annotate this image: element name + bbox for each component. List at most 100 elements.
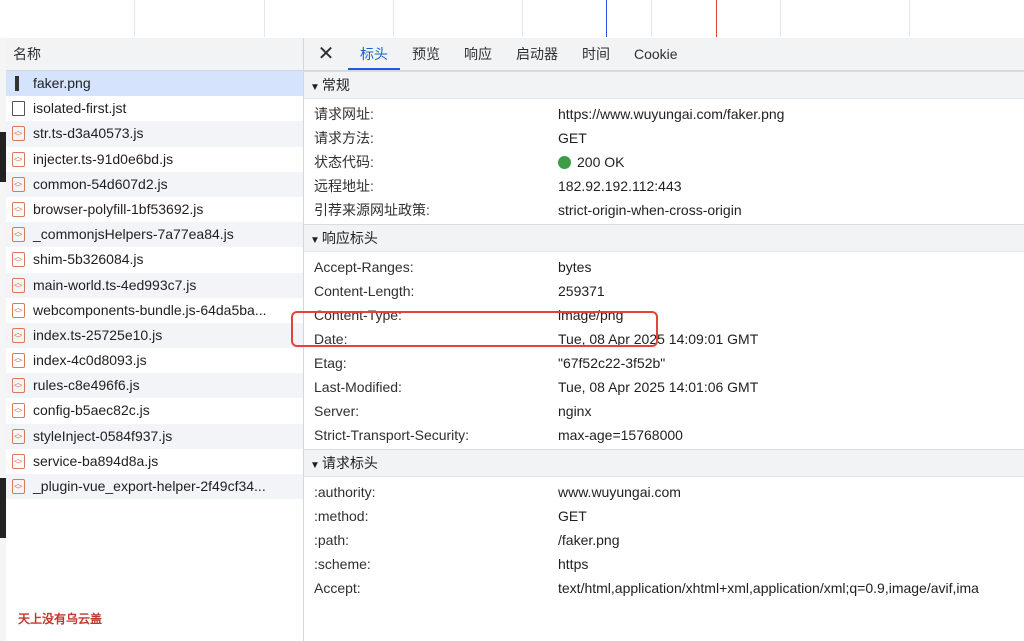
general-header-key: 请求方法: (314, 130, 374, 146)
request-list-item[interactable]: shim-5b326084.js (6, 247, 303, 273)
request-header-value[interactable]: www.wuyungai.com (558, 480, 681, 504)
request-list-item[interactable]: _plugin-vue_export-helper-2f49cf34... (6, 474, 303, 500)
request-list-item[interactable]: webcomponents-bundle.js-64da5ba... (6, 298, 303, 323)
timeline-gridline (134, 0, 135, 37)
caret-down-icon: ▼ (310, 460, 320, 471)
response-header-row: Etag: "67f52c22-3f52b" (304, 351, 1024, 375)
request-header-key: Accept: (314, 580, 361, 596)
response-header-value[interactable]: max-age=15768000 (558, 423, 683, 447)
request-header-row: Accept: text/html,application/xhtml+xml,a… (304, 576, 1024, 600)
general-header-key: 引荐来源网址政策: (314, 202, 430, 218)
request-list-item[interactable]: browser-polyfill-1bf53692.js (6, 197, 303, 222)
tab-response[interactable]: 响应 (452, 39, 504, 70)
request-list-item[interactable]: isolated-first.jst (6, 96, 303, 121)
response-header-value[interactable]: Tue, 08 Apr 2025 14:09:01 GMT (558, 327, 758, 351)
tab-timing[interactable]: 时间 (570, 39, 622, 70)
request-name: _commonjsHelpers-7a77ea84.js (33, 226, 234, 243)
request-name: shim-5b326084.js (33, 251, 144, 268)
section-response-headers-toggle[interactable]: ▼ 响应标头 (304, 224, 1024, 252)
general-header-row: 远程地址: 182.92.192.112:443 (304, 174, 1024, 198)
response-header-key: Server: (314, 403, 360, 419)
script-file-icon (12, 222, 25, 247)
request-list-item[interactable]: index-4c0d8093.js (6, 348, 303, 373)
load-event-marker (716, 0, 717, 37)
section-general-title: 常规 (321, 77, 350, 93)
request-list-item[interactable]: rules-c8e496f6.js (6, 373, 303, 399)
image-file-icon (15, 76, 19, 91)
timeline-gridline (264, 0, 265, 37)
response-header-row: Content-Length: 259371 (304, 279, 1024, 303)
request-list-item[interactable]: faker.png (6, 71, 303, 97)
request-header-value[interactable]: https (558, 552, 588, 576)
caret-down-icon: ▼ (310, 235, 320, 246)
general-rows: 请求网址: https://www.wuyungai.com/faker.png 请… (304, 99, 1024, 224)
general-header-row: 引荐来源网址政策: strict-origin-when-cross-origin (304, 198, 1024, 222)
script-file-icon (12, 398, 25, 424)
response-header-value[interactable]: image/png (558, 303, 623, 327)
request-name: isolated-first.jst (33, 100, 127, 117)
response-header-value[interactable]: Tue, 08 Apr 2025 14:01:06 GMT (558, 375, 758, 399)
request-list-item[interactable]: config-b5aec82c.js (6, 398, 303, 424)
response-header-value[interactable]: 259371 (558, 279, 605, 303)
script-file-icon (12, 298, 25, 323)
general-header-row: 请求方法: GET (304, 126, 1024, 150)
response-header-value[interactable]: "67f52c22-3f52b" (558, 351, 665, 375)
general-header-value[interactable]: GET (558, 126, 587, 150)
request-header-value[interactable]: GET (558, 504, 587, 528)
response-header-value[interactable]: nginx (558, 399, 591, 423)
timeline-gridline (780, 0, 781, 37)
section-general-toggle[interactable]: ▼ 常规 (304, 71, 1024, 99)
request-list-item[interactable]: injecter.ts-91d0e6bd.js (6, 147, 303, 172)
response-header-row: Server: nginx (304, 399, 1024, 423)
response-header-key: Content-Length: (314, 283, 415, 299)
tab-cookies[interactable]: Cookie (622, 39, 690, 70)
request-list-item[interactable]: common-54d607d2.js (6, 171, 303, 197)
tab-initiator[interactable]: 启动器 (504, 39, 570, 70)
detail-tabs: ✕ 标头 预览 响应 启动器 时间 Cookie (304, 38, 1024, 71)
column-header-name[interactable]: 名称 (6, 38, 303, 71)
tab-preview[interactable]: 预览 (400, 39, 452, 70)
script-file-icon (12, 348, 25, 373)
request-name: main-world.ts-4ed993c7.js (33, 276, 197, 293)
general-header-value[interactable]: 182.92.192.112:443 (558, 174, 682, 198)
request-list-item[interactable]: index.ts-25725e10.js (6, 322, 303, 349)
general-header-value[interactable]: https://www.wuyungai.com/faker.png (558, 102, 784, 126)
response-header-key: Etag: (314, 355, 347, 371)
request-list: faker.png isolated-first.jst str.ts-d3a405… (6, 71, 303, 500)
request-list-item[interactable]: main-world.ts-4ed993c7.js (6, 272, 303, 298)
response-header-key: Strict-Transport-Security: (314, 427, 470, 443)
general-header-value[interactable]: strict-origin-when-cross-origin (558, 198, 742, 222)
script-file-icon (12, 273, 25, 298)
dom-content-loaded-marker (606, 0, 607, 37)
request-list-item[interactable]: service-ba894d8a.js (6, 449, 303, 474)
response-header-value[interactable]: bytes (558, 255, 591, 279)
request-header-key: :path: (314, 532, 350, 548)
request-list-item[interactable]: str.ts-d3a40573.js (6, 121, 303, 147)
response-header-row: Strict-Transport-Security: max-age=157680… (304, 423, 1024, 447)
request-header-row: :path: /faker.png (304, 528, 1024, 552)
request-name: str.ts-d3a40573.js (33, 125, 144, 142)
request-header-value[interactable]: text/html,application/xhtml+xml,applicat… (558, 576, 979, 600)
request-list-item[interactable]: styleInject-0584f937.js (6, 423, 303, 449)
request-list-item[interactable]: _commonjsHelpers-7a77ea84.js (6, 222, 303, 248)
close-icon[interactable]: ✕ (304, 38, 348, 70)
request-header-rows: :authority: www.wuyungai.com:method: GET:p… (304, 477, 1024, 602)
response-header-key: Last-Modified: (314, 379, 402, 395)
general-header-value[interactable]: 200 OK (558, 150, 624, 174)
request-name: config-b5aec82c.js (33, 402, 150, 419)
request-name: index.ts-25725e10.js (33, 326, 163, 343)
section-request-headers-title: 请求标头 (321, 455, 378, 471)
section-response-headers-title: 响应标头 (321, 230, 378, 246)
general-header-row: 状态代码: 200 OK (304, 150, 1024, 174)
request-header-value[interactable]: /faker.png (558, 528, 620, 552)
tab-headers[interactable]: 标头 (348, 39, 400, 70)
request-header-row: :scheme: https (304, 552, 1024, 576)
section-request-headers-toggle[interactable]: ▼ 请求标头 (304, 449, 1024, 477)
script-file-icon (12, 121, 25, 147)
script-file-icon (12, 424, 25, 449)
network-timeline[interactable] (0, 0, 1024, 39)
request-list-panel: 名称 faker.png isolated-first.jst str.ts-d3a… (6, 38, 304, 641)
caret-down-icon: ▼ (310, 82, 320, 93)
request-name: webcomponents-bundle.js-64da5ba... (33, 301, 267, 318)
general-header-row: 请求网址: https://www.wuyungai.com/faker.png (304, 102, 1024, 126)
